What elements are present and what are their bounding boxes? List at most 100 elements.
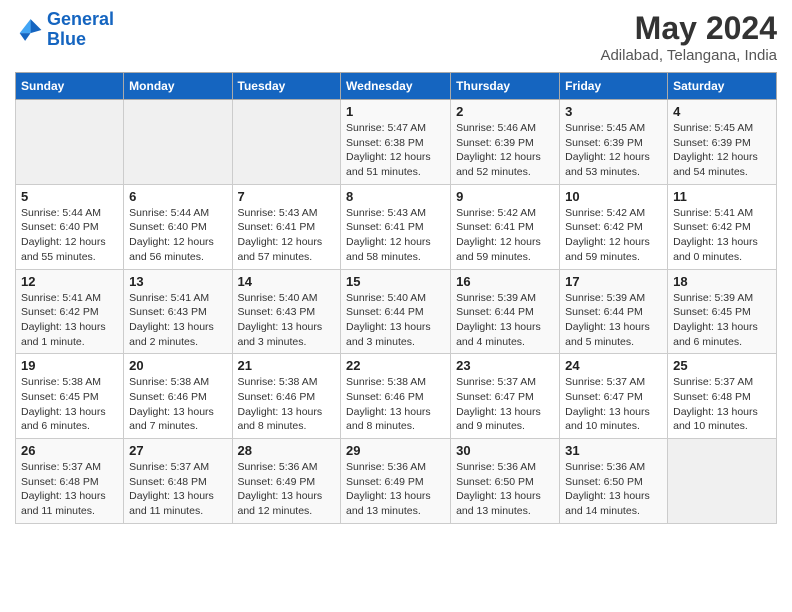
calendar-cell: 26Sunrise: 5:37 AM Sunset: 6:48 PM Dayli…: [16, 439, 124, 524]
calendar-cell: 11 Sunrise: 5:41 AM Sunset: 6:42 PM Dayli…: [668, 184, 777, 269]
calendar-cell: 29 Sunrise: 5:36 AM Sunset: 6:49 PM Dayli…: [341, 439, 451, 524]
day-number: 22: [346, 358, 445, 373]
calendar-cell: [232, 100, 341, 185]
day-number: 15: [346, 274, 445, 289]
calendar-cell: 13Sunrise: 5:41 AM Sunset: 6:43 PM Dayli…: [124, 269, 232, 354]
weekday-header-wednesday: Wednesday: [341, 73, 451, 100]
weekday-header-row: SundayMondayTuesdayWednesdayThursdayFrid…: [16, 73, 777, 100]
day-info: Sunrise: 5:44 AM Sunset: 6:40 PM Dayligh…: [21, 206, 118, 265]
day-info: Sunrise: 5:46 AM Sunset: 6:39 PM Dayligh…: [456, 121, 554, 180]
day-number: 3: [565, 104, 662, 119]
logo: General Blue: [15, 10, 114, 50]
title-area: May 2024 Adilabad, Telangana, India: [600, 10, 777, 64]
day-number: 23: [456, 358, 554, 373]
calendar-cell: 19Sunrise: 5:38 AM Sunset: 6:45 PM Dayli…: [16, 354, 124, 439]
day-info: Sunrise: 5:40 AM Sunset: 6:44 PM Dayligh…: [346, 291, 445, 350]
day-number: 28: [238, 443, 336, 458]
day-number: 17: [565, 274, 662, 289]
calendar-cell: 3Sunrise: 5:45 AM Sunset: 6:39 PM Daylig…: [560, 100, 668, 185]
day-number: 21: [238, 358, 336, 373]
day-info: Sunrise: 5:37 AM Sunset: 6:48 PM Dayligh…: [21, 460, 118, 519]
day-number: 10: [565, 189, 662, 204]
day-number: 18: [673, 274, 771, 289]
day-info: Sunrise: 5:36 AM Sunset: 6:50 PM Dayligh…: [456, 460, 554, 519]
calendar-cell: 31Sunrise: 5:36 AM Sunset: 6:50 PM Dayli…: [560, 439, 668, 524]
week-row-4: 19Sunrise: 5:38 AM Sunset: 6:45 PM Dayli…: [16, 354, 777, 439]
week-row-1: 1 Sunrise: 5:47 AM Sunset: 6:38 PM Daylig…: [16, 100, 777, 185]
subtitle: Adilabad, Telangana, India: [600, 47, 777, 64]
day-info: Sunrise: 5:39 AM Sunset: 6:44 PM Dayligh…: [456, 291, 554, 350]
calendar-cell: 10 Sunrise: 5:42 AM Sunset: 6:42 PM Dayli…: [560, 184, 668, 269]
day-info: Sunrise: 5:36 AM Sunset: 6:49 PM Dayligh…: [238, 460, 336, 519]
weekday-header-thursday: Thursday: [451, 73, 560, 100]
day-info: Sunrise: 5:39 AM Sunset: 6:45 PM Dayligh…: [673, 291, 771, 350]
calendar-table: SundayMondayTuesdayWednesdayThursdayFrid…: [15, 72, 777, 524]
day-number: 2: [456, 104, 554, 119]
day-info: Sunrise: 5:37 AM Sunset: 6:48 PM Dayligh…: [129, 460, 226, 519]
calendar-cell: 15 Sunrise: 5:40 AM Sunset: 6:44 PM Dayli…: [341, 269, 451, 354]
day-info: Sunrise: 5:39 AM Sunset: 6:44 PM Dayligh…: [565, 291, 662, 350]
day-info: Sunrise: 5:43 AM Sunset: 6:41 PM Dayligh…: [346, 206, 445, 265]
day-number: 5: [21, 189, 118, 204]
day-number: 12: [21, 274, 118, 289]
day-number: 11: [673, 189, 771, 204]
day-number: 24: [565, 358, 662, 373]
week-row-3: 12Sunrise: 5:41 AM Sunset: 6:42 PM Dayli…: [16, 269, 777, 354]
day-info: Sunrise: 5:42 AM Sunset: 6:41 PM Dayligh…: [456, 206, 554, 265]
calendar-cell: 1 Sunrise: 5:47 AM Sunset: 6:38 PM Daylig…: [341, 100, 451, 185]
day-number: 14: [238, 274, 336, 289]
day-number: 25: [673, 358, 771, 373]
day-info: Sunrise: 5:41 AM Sunset: 6:43 PM Dayligh…: [129, 291, 226, 350]
logo-line2: Blue: [47, 29, 86, 49]
calendar-cell: 5 Sunrise: 5:44 AM Sunset: 6:40 PM Daylig…: [16, 184, 124, 269]
week-row-2: 5 Sunrise: 5:44 AM Sunset: 6:40 PM Daylig…: [16, 184, 777, 269]
day-number: 1: [346, 104, 445, 119]
logo-line1: General: [47, 9, 114, 29]
weekday-header-saturday: Saturday: [668, 73, 777, 100]
calendar-cell: 18 Sunrise: 5:39 AM Sunset: 6:45 PM Dayli…: [668, 269, 777, 354]
day-number: 30: [456, 443, 554, 458]
day-info: Sunrise: 5:37 AM Sunset: 6:47 PM Dayligh…: [565, 375, 662, 434]
calendar-cell: 14 Sunrise: 5:40 AM Sunset: 6:43 PM Dayli…: [232, 269, 341, 354]
day-info: Sunrise: 5:43 AM Sunset: 6:41 PM Dayligh…: [238, 206, 336, 265]
weekday-header-friday: Friday: [560, 73, 668, 100]
calendar-cell: 23 Sunrise: 5:37 AM Sunset: 6:47 PM Dayli…: [451, 354, 560, 439]
day-info: Sunrise: 5:36 AM Sunset: 6:49 PM Dayligh…: [346, 460, 445, 519]
calendar-cell: 2 Sunrise: 5:46 AM Sunset: 6:39 PM Daylig…: [451, 100, 560, 185]
calendar-cell: 24 Sunrise: 5:37 AM Sunset: 6:47 PM Dayli…: [560, 354, 668, 439]
calendar-cell: 6Sunrise: 5:44 AM Sunset: 6:40 PM Daylig…: [124, 184, 232, 269]
day-info: Sunrise: 5:42 AM Sunset: 6:42 PM Dayligh…: [565, 206, 662, 265]
day-number: 29: [346, 443, 445, 458]
day-info: Sunrise: 5:38 AM Sunset: 6:46 PM Dayligh…: [238, 375, 336, 434]
calendar-cell: 9 Sunrise: 5:42 AM Sunset: 6:41 PM Daylig…: [451, 184, 560, 269]
day-info: Sunrise: 5:37 AM Sunset: 6:47 PM Dayligh…: [456, 375, 554, 434]
day-number: 16: [456, 274, 554, 289]
day-info: Sunrise: 5:38 AM Sunset: 6:46 PM Dayligh…: [129, 375, 226, 434]
calendar-cell: [124, 100, 232, 185]
calendar-cell: 4Sunrise: 5:45 AM Sunset: 6:39 PM Daylig…: [668, 100, 777, 185]
weekday-header-sunday: Sunday: [16, 73, 124, 100]
day-info: Sunrise: 5:44 AM Sunset: 6:40 PM Dayligh…: [129, 206, 226, 265]
day-info: Sunrise: 5:47 AM Sunset: 6:38 PM Dayligh…: [346, 121, 445, 180]
day-number: 27: [129, 443, 226, 458]
calendar-cell: [16, 100, 124, 185]
day-number: 20: [129, 358, 226, 373]
day-info: Sunrise: 5:38 AM Sunset: 6:45 PM Dayligh…: [21, 375, 118, 434]
day-info: Sunrise: 5:40 AM Sunset: 6:43 PM Dayligh…: [238, 291, 336, 350]
calendar-cell: 8Sunrise: 5:43 AM Sunset: 6:41 PM Daylig…: [341, 184, 451, 269]
calendar-cell: [668, 439, 777, 524]
day-number: 4: [673, 104, 771, 119]
main-title: May 2024: [600, 10, 777, 47]
day-info: Sunrise: 5:36 AM Sunset: 6:50 PM Dayligh…: [565, 460, 662, 519]
week-row-5: 26Sunrise: 5:37 AM Sunset: 6:48 PM Dayli…: [16, 439, 777, 524]
calendar-cell: 22Sunrise: 5:38 AM Sunset: 6:46 PM Dayli…: [341, 354, 451, 439]
calendar-cell: 25Sunrise: 5:37 AM Sunset: 6:48 PM Dayli…: [668, 354, 777, 439]
calendar-cell: 28 Sunrise: 5:36 AM Sunset: 6:49 PM Dayli…: [232, 439, 341, 524]
calendar-cell: 12Sunrise: 5:41 AM Sunset: 6:42 PM Dayli…: [16, 269, 124, 354]
calendar-cell: 16 Sunrise: 5:39 AM Sunset: 6:44 PM Dayli…: [451, 269, 560, 354]
day-info: Sunrise: 5:41 AM Sunset: 6:42 PM Dayligh…: [673, 206, 771, 265]
calendar-cell: 21 Sunrise: 5:38 AM Sunset: 6:46 PM Dayli…: [232, 354, 341, 439]
calendar-cell: 27 Sunrise: 5:37 AM Sunset: 6:48 PM Dayli…: [124, 439, 232, 524]
weekday-header-monday: Monday: [124, 73, 232, 100]
day-number: 9: [456, 189, 554, 204]
